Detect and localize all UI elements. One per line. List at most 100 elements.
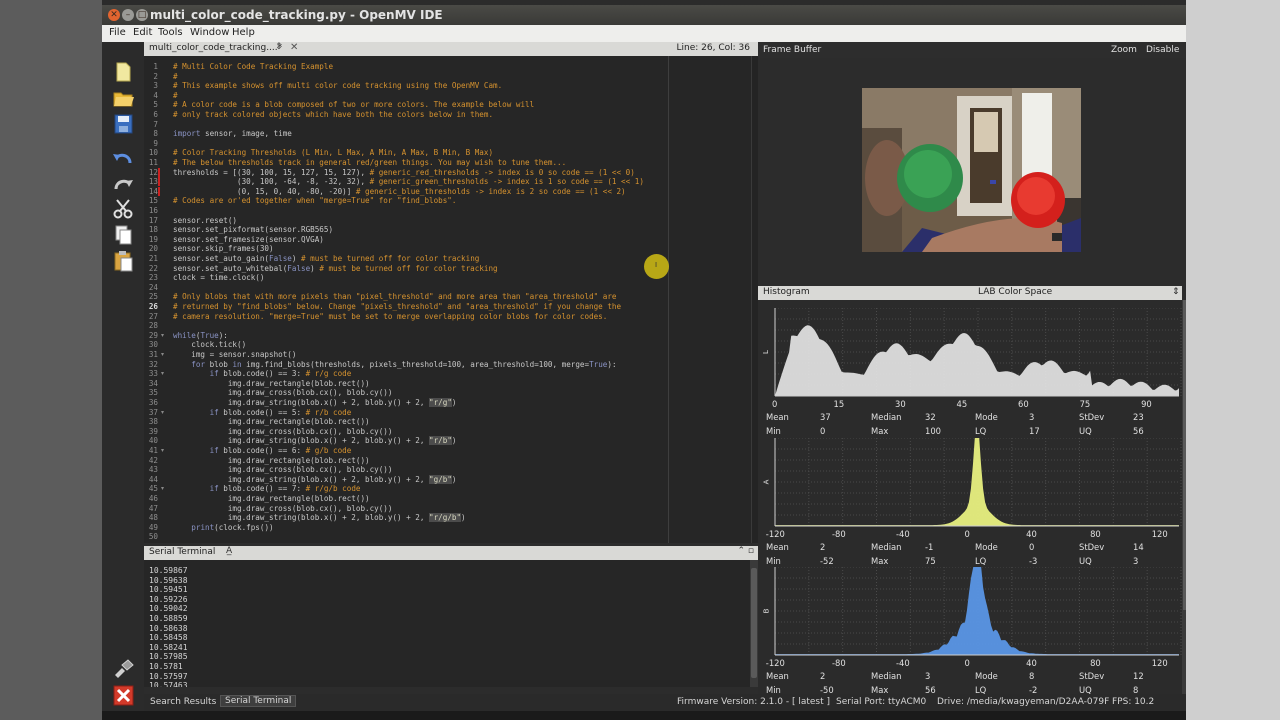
- axis-tick-label: -80: [832, 658, 846, 668]
- fold-toggle-icon[interactable]: ▾: [161, 447, 164, 454]
- editor-scrollbar[interactable]: [751, 56, 758, 543]
- paste-icon[interactable]: [110, 249, 136, 273]
- line-number: 25: [148, 292, 158, 302]
- redo-icon[interactable]: [110, 172, 136, 196]
- fold-toggle-icon[interactable]: ▾: [161, 351, 164, 358]
- terminal-clear-icon[interactable]: A̲: [226, 546, 232, 556]
- code-line: img.draw_rectangle(blob.rect()): [173, 455, 370, 465]
- fold-toggle-icon[interactable]: ▾: [161, 370, 164, 377]
- stat-label: Mode: [975, 412, 998, 422]
- line-number: 9: [153, 138, 158, 148]
- code-line: sensor.set_framesize(sensor.QVGA): [173, 234, 324, 244]
- histogram-scrollbar[interactable]: [1182, 300, 1186, 694]
- serial-port[interactable]: Serial Port: ttyACM0: [836, 697, 926, 707]
- code-line: # only track colored objects which have …: [173, 110, 494, 119]
- terminal-scroll-thumb[interactable]: [751, 568, 757, 678]
- cut-icon[interactable]: [110, 197, 136, 221]
- code-line: # Multi Color Code Tracking Example: [173, 62, 334, 71]
- line-number: 18: [148, 225, 158, 235]
- axis-tick-label: 80: [1090, 658, 1101, 668]
- undo-icon[interactable]: [110, 146, 136, 170]
- histogram-header: Histogram LAB Color Space ⇕: [758, 286, 1182, 300]
- code-line: if blob.code() == 6: # g/b code: [209, 446, 352, 455]
- menu-bar: File Edit Tools Window Help: [102, 25, 1186, 42]
- menu-tools[interactable]: Tools: [158, 27, 183, 38]
- line-number: 5: [153, 100, 158, 110]
- window-minimize-button[interactable]: –: [122, 9, 134, 21]
- line-number: 11: [148, 158, 158, 167]
- color-space-select[interactable]: LAB Color Space: [978, 287, 1052, 297]
- stat-value: 2: [820, 671, 826, 681]
- fps-readout: FPS: 10.2: [1112, 697, 1155, 707]
- histogram-scroll-thumb[interactable]: [1183, 300, 1186, 610]
- terminal-line: 10.57985: [149, 652, 188, 662]
- stat-label: Median: [871, 412, 902, 422]
- tool-sidebar: [102, 42, 144, 711]
- code-line: # returned by "find_blobs" below. Change…: [173, 302, 622, 311]
- line-number: 45: [148, 484, 158, 494]
- axis-tick-label: 90: [1141, 399, 1152, 409]
- line-number: 44: [148, 474, 158, 484]
- line-number: 28: [148, 321, 158, 331]
- editor-file-tab[interactable]: multi_color_code_tracking....*: [149, 43, 282, 53]
- menu-file[interactable]: File: [109, 27, 126, 38]
- line-number-gutter: 1 2 3 4 5 6 7 8 9 10 11 12 13 14 15 16 17 18 19 20 21 22 23 24 2…: [144, 56, 166, 543]
- code-line: (0, 15, 0, 40, -80, -20)] # generic_blue…: [173, 186, 626, 196]
- stat-value: 3: [1029, 412, 1035, 422]
- connect-icon[interactable]: [110, 657, 136, 681]
- code-editor[interactable]: 1 2 3 4 5 6 7 8 9 10 11 12 13 14 15 16 17 18 19 20 21 22 23 24 2…: [144, 56, 751, 543]
- window-maximize-button[interactable]: □: [136, 9, 148, 21]
- line-number: 2: [153, 71, 158, 81]
- menu-help[interactable]: Help: [232, 27, 255, 38]
- window-close-button[interactable]: ✕: [108, 9, 120, 21]
- line-number: 16: [148, 206, 158, 215]
- stat-label: Max: [871, 426, 889, 436]
- stat-value: 3: [1133, 556, 1139, 566]
- open-folder-icon[interactable]: [110, 86, 136, 110]
- serial-terminal-output[interactable]: 10.59867 10.59638 10.59451 10.59226 10.59042…: [144, 560, 750, 687]
- line-number: 21: [148, 254, 158, 263]
- firmware-version[interactable]: Firmware Version: 2.1.0 - [ latest ]: [677, 697, 830, 707]
- stat-value: 8: [1029, 671, 1035, 681]
- stat-value: 8: [1133, 685, 1139, 695]
- disable-button[interactable]: Disable: [1146, 45, 1179, 55]
- terminal-panel-controls[interactable]: ⌃ ▫: [737, 546, 754, 556]
- menu-window[interactable]: Window: [190, 27, 229, 38]
- stat-label: Min: [766, 426, 781, 436]
- code-line: # This example shows off multi color cod…: [173, 81, 503, 91]
- code-line: sensor.skip_frames(30): [173, 244, 274, 254]
- color-space-dropdown-icon[interactable]: ⇕: [1172, 287, 1180, 297]
- mouse-cursor-icon: I: [655, 261, 658, 269]
- new-file-icon[interactable]: [110, 60, 136, 84]
- axis-tick-label: 0: [772, 399, 778, 409]
- drive-path[interactable]: Drive: /media/kwagyeman/D2AA-079F: [937, 697, 1109, 707]
- histogram-area-l: [775, 325, 1179, 396]
- stat-value: 75: [925, 556, 936, 566]
- desktop-background-right: [1186, 0, 1280, 720]
- tab-switch-icon[interactable]: ⇕: [275, 42, 283, 52]
- stat-value: -2: [1029, 685, 1038, 695]
- fold-toggle-icon[interactable]: ▾: [161, 332, 164, 339]
- search-results-tab[interactable]: Search Results: [150, 697, 216, 707]
- stat-label: Min: [766, 556, 781, 566]
- stop-icon[interactable]: [110, 684, 136, 708]
- channel-label: A: [762, 479, 771, 485]
- line-number: 17: [148, 215, 158, 225]
- terminal-scrollbar[interactable]: [750, 560, 758, 687]
- fold-toggle-icon[interactable]: ▾: [161, 409, 164, 416]
- code-line: img.draw_cross(blob.cx(), blob.cy()): [173, 503, 393, 513]
- menu-edit[interactable]: Edit: [133, 27, 152, 38]
- serial-terminal-tab[interactable]: Serial Terminal: [220, 695, 297, 707]
- fold-toggle-icon[interactable]: ▾: [161, 485, 164, 492]
- stat-value: 32: [925, 412, 936, 422]
- copy-icon[interactable]: [110, 223, 136, 247]
- tab-close-icon[interactable]: ✕: [290, 42, 298, 53]
- line-number: 43: [148, 465, 158, 475]
- axis-tick-label: 60: [1018, 399, 1029, 409]
- code-line: img.draw_cross(blob.cx(), blob.cy()): [173, 388, 393, 398]
- save-icon[interactable]: [110, 112, 136, 136]
- line-number: 36: [148, 398, 158, 407]
- line-number: 19: [148, 234, 158, 244]
- stat-label: Min: [766, 685, 781, 695]
- zoom-button[interactable]: Zoom: [1111, 45, 1137, 55]
